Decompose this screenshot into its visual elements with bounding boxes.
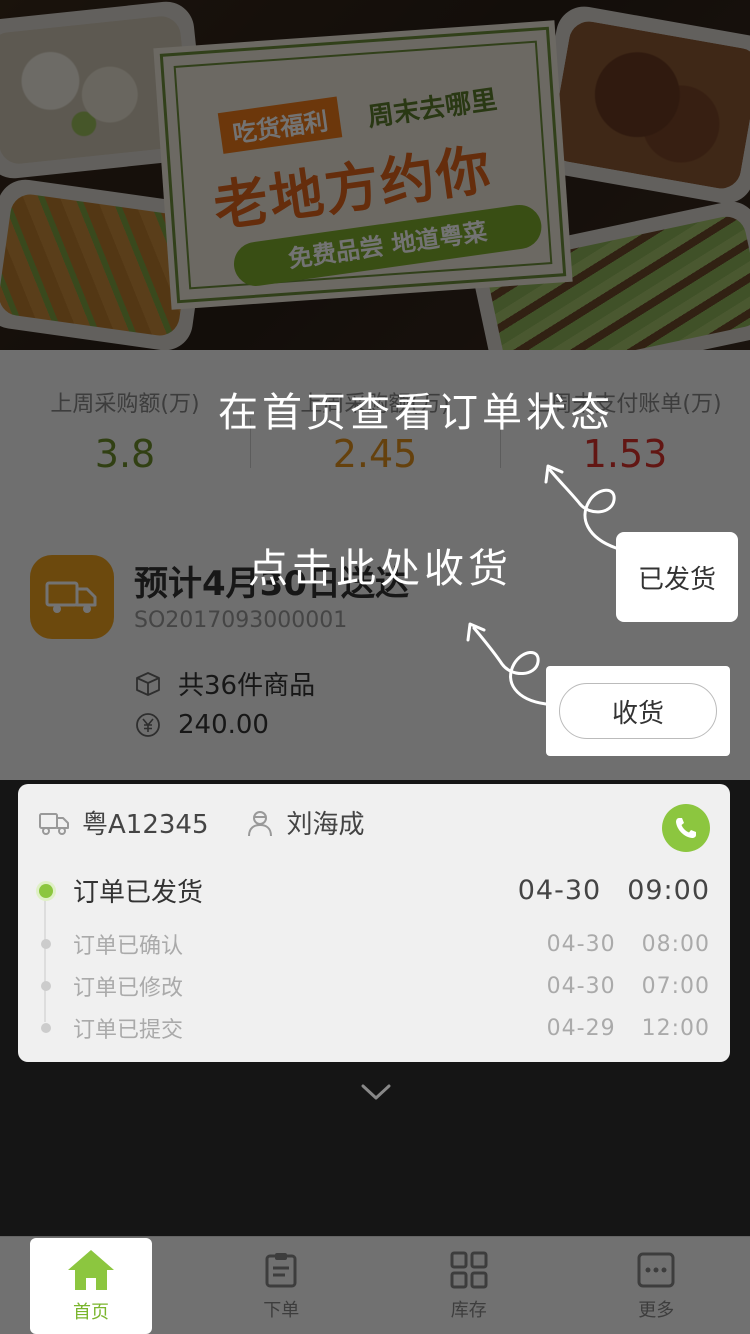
tab-more[interactable]: 更多 (563, 1237, 750, 1334)
event-label: 订单已发货 (73, 878, 204, 908)
timeline-dot (39, 883, 53, 898)
event-date: 04-29 (546, 1015, 616, 1041)
guide-status-tip: 在首页查看订单状态 (218, 390, 614, 436)
order-number: SO2017093000001 (134, 608, 348, 633)
stat-value: 3.8 (94, 432, 156, 476)
driver-name: 刘海成 (286, 810, 365, 840)
tab-label: 库存 (450, 1299, 487, 1321)
amount-text: 240.00 (178, 710, 269, 740)
timeline-dot (41, 939, 51, 949)
grid-icon (450, 1251, 488, 1288)
stat-value: 2.45 (332, 432, 418, 476)
tab-label: 更多 (638, 1299, 675, 1321)
truck-icon (38, 809, 70, 837)
item-count-text: 共36件商品 (178, 671, 316, 701)
tab-label: 下单 (263, 1299, 300, 1321)
event-label: 订单已提交 (73, 1018, 184, 1043)
timeline-event: 订单已确认 04-30 08:00 (38, 928, 710, 960)
license-plate: 粤A12345 (82, 810, 209, 840)
chevron-down-icon[interactable] (360, 1082, 392, 1106)
timeline-event: 订单已修改 04-30 07:00 (38, 970, 710, 1002)
event-date: 04-30 (517, 875, 602, 906)
event-time: 09:00 (627, 875, 710, 906)
event-time: 12:00 (641, 1015, 710, 1041)
package-icon (134, 670, 162, 698)
order-amount: 240.00 (134, 710, 269, 740)
home-icon (68, 1250, 114, 1290)
tab-label: 首页 (73, 1302, 109, 1323)
promo-banner[interactable]: 吃货福利 周末去哪里 老地方约你 免费品尝 地道粤菜 (0, 0, 750, 350)
event-label: 订单已确认 (73, 934, 184, 959)
event-label: 订单已修改 (73, 976, 184, 1001)
delivery-truck-icon (30, 555, 114, 639)
order-status-badge[interactable]: 已发货 (616, 532, 738, 622)
tab-order[interactable]: 下单 (188, 1237, 376, 1334)
tab-home-highlight[interactable]: 首页 (30, 1238, 152, 1334)
guide-arrow-icon (466, 622, 548, 706)
event-date: 04-30 (546, 973, 616, 999)
timeline-dot (41, 1023, 51, 1033)
timeline-dot (41, 981, 51, 991)
yuan-icon (134, 711, 162, 739)
tracking-card: 粤A12345 刘海成 订单已发货 04-30 09:00 订单已确认 04-3… (18, 784, 730, 1062)
guide-arrow-icon (544, 464, 618, 550)
tab-inventory[interactable]: 库存 (375, 1237, 563, 1334)
promo-card: 吃货福利 周末去哪里 老地方约你 免费品尝 地道粤菜 (159, 26, 567, 304)
event-time: 08:00 (641, 931, 710, 957)
order-item-count: 共36件商品 (134, 665, 315, 702)
phone-icon (676, 818, 696, 838)
tracking-header: 粤A12345 刘海成 (38, 804, 365, 841)
stat-last-week-purchase[interactable]: 上周采购额(万) 3.8 (0, 350, 250, 500)
receive-highlight: 收货 (546, 666, 730, 756)
more-icon (637, 1252, 675, 1287)
event-date: 04-30 (546, 931, 616, 957)
stat-label: 上周采购额(万) (50, 392, 200, 417)
call-driver-button[interactable] (662, 804, 710, 852)
timeline-event: 订单已提交 04-29 12:00 (38, 1012, 710, 1044)
food-plate-image (531, 2, 750, 208)
event-time: 07:00 (641, 973, 710, 999)
driver-icon (245, 808, 275, 838)
clipboard-icon (265, 1252, 297, 1287)
timeline-event: 订单已发货 04-30 09:00 (38, 872, 710, 909)
receive-button[interactable]: 收货 (559, 683, 717, 739)
guide-receive-tip: 点击此处收货 (248, 546, 512, 592)
